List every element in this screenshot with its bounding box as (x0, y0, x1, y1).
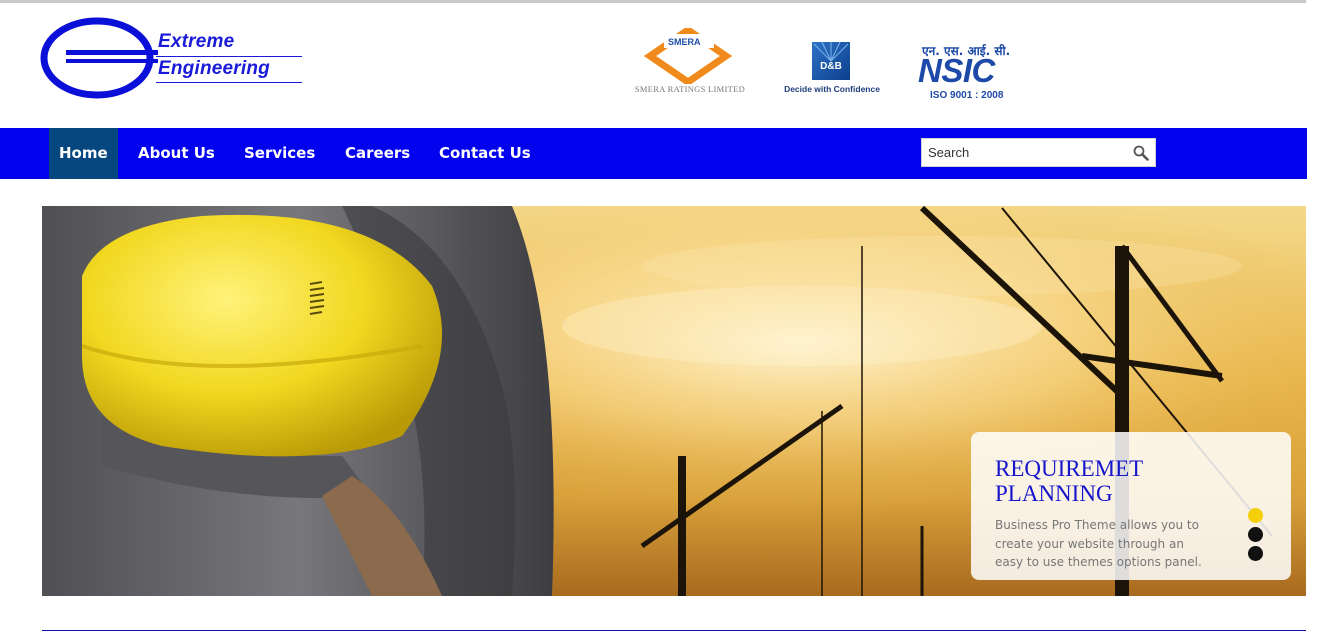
nav-home[interactable]: Home (49, 128, 118, 179)
top-border (0, 0, 1306, 3)
nsic-iso-text: ISO 9001 : 2008 (930, 90, 1004, 101)
slide-title: REQUIREMET PLANNING (995, 456, 1143, 506)
dnb-caption: Decide with Confidence (784, 84, 880, 94)
nav-careers[interactable]: Careers (335, 128, 420, 179)
nsic-mark-text: NSIC (918, 52, 995, 89)
logo-text-engineering: Engineering (158, 58, 270, 79)
search-box (921, 138, 1156, 167)
logo-underline (156, 82, 302, 83)
nsic-badge: एन. एस. आई. सी. NSIC ISO 9001 : 2008 (916, 42, 1036, 102)
smera-badge: SMERA SMERA RATINGS LIMITED (630, 25, 750, 98)
nav-about-us[interactable]: About Us (128, 128, 225, 179)
dnb-logo-icon: D&B (812, 42, 850, 80)
smera-brand-text: SMERA (668, 37, 701, 47)
hero-slider: REQUIREMET PLANNING Business Pro Theme a… (42, 206, 1306, 596)
logo-underline (156, 56, 302, 57)
slider-dot-1[interactable] (1248, 508, 1263, 523)
slider-dot-2[interactable] (1248, 527, 1263, 542)
nav-services[interactable]: Services (234, 128, 325, 179)
search-icon[interactable] (1133, 145, 1149, 161)
logo-e-icon (40, 17, 158, 99)
site-logo[interactable]: Extreme Engineering (40, 16, 310, 102)
dnb-mark-text: D&B (820, 61, 842, 72)
slide-caption: REQUIREMET PLANNING Business Pro Theme a… (971, 432, 1291, 580)
section-divider (42, 630, 1306, 631)
dnb-badge: D&B Decide with Confidence (784, 42, 884, 98)
slider-dot-3[interactable] (1248, 546, 1263, 561)
nav-contact-us[interactable]: Contact Us (429, 128, 541, 179)
main-nav: Home About Us Services Careers Contact U… (0, 128, 1307, 179)
smera-caption: SMERA RATINGS LIMITED (634, 84, 746, 94)
slide-description: Business Pro Theme allows you to create … (995, 518, 1202, 569)
logo-text-extreme: Extreme (158, 31, 235, 52)
search-input[interactable] (922, 139, 1127, 166)
